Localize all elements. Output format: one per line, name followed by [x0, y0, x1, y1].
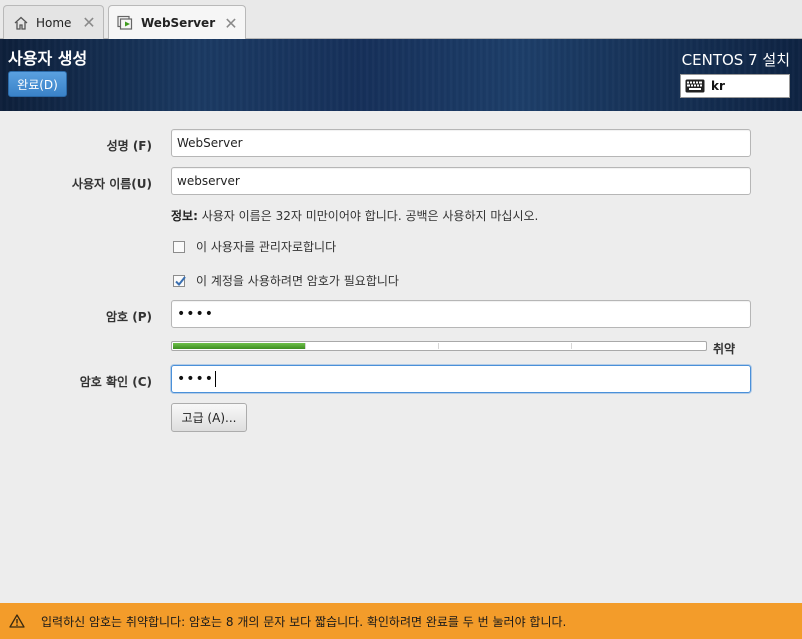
- home-icon: [12, 14, 30, 32]
- done-button[interactable]: 완료(D): [8, 71, 67, 97]
- username-info: 정보: 사용자 이름은 32자 미만이어야 합니다. 공백은 사용하지 마십시오…: [171, 207, 538, 224]
- vm-play-icon: [117, 14, 135, 32]
- header-banner: 사용자 생성 완료(D) CENTOS 7 설치 kr: [0, 39, 802, 111]
- close-icon[interactable]: ✕: [82, 13, 96, 32]
- close-icon[interactable]: ✕: [224, 14, 238, 33]
- keyboard-layout-label: kr: [711, 79, 725, 93]
- checkmark-icon: [175, 275, 186, 286]
- require-password-checkbox[interactable]: [173, 274, 186, 287]
- page-title: 사용자 생성: [8, 49, 88, 68]
- require-password-label: 이 계정을 사용하려면 암호가 필요합니다: [196, 274, 399, 288]
- keyboard-icon: [685, 79, 705, 93]
- admin-checkbox[interactable]: [173, 240, 185, 253]
- warning-text: 입력하신 암호는 취약합니다: 암호는 8 개의 문자 보다 짧습니다. 확인하…: [41, 614, 567, 629]
- password-field[interactable]: ••••: [171, 300, 751, 328]
- tab-home-label: Home: [36, 15, 72, 30]
- info-text: 사용자 이름은 32자 미만이어야 합니다. 공백은 사용하지 마십시오.: [197, 209, 539, 223]
- admin-checkbox-label: 이 사용자를 관리자로합니다: [196, 240, 337, 254]
- username-label: 사용자 이름(U): [71, 177, 152, 191]
- keyboard-layout-indicator[interactable]: kr: [680, 74, 790, 98]
- strength-fill: [173, 343, 306, 349]
- username-value: webserver: [177, 174, 240, 188]
- info-prefix: 정보:: [171, 209, 198, 223]
- password-strength-meter: [171, 341, 707, 351]
- confirm-label: 암호 확인 (C): [79, 375, 152, 389]
- warning-bar[interactable]: 입력하신 암호는 취약합니다: 암호는 8 개의 문자 보다 짧습니다. 확인하…: [0, 603, 802, 639]
- username-field[interactable]: webserver: [171, 167, 751, 195]
- advanced-button[interactable]: 고급 (A)...: [171, 403, 247, 432]
- tab-home[interactable]: Home ✕: [3, 5, 104, 39]
- strength-label: 취약: [713, 342, 736, 356]
- password-value: ••••: [177, 306, 215, 322]
- fullname-label: 성명 (F): [106, 139, 152, 153]
- admin-checkbox-row[interactable]: 이 사용자를 관리자로합니다: [173, 238, 336, 255]
- require-password-checkbox-row[interactable]: 이 계정을 사용하려면 암호가 필요합니다: [173, 272, 399, 289]
- tab-bar: Home ✕ WebServer ✕: [0, 0, 802, 40]
- confirm-value: ••••: [177, 371, 215, 387]
- password-label: 암호 (P): [105, 310, 152, 324]
- tab-webserver-label: WebServer: [141, 16, 216, 30]
- warning-icon: [9, 614, 25, 628]
- fullname-field[interactable]: WebServer: [171, 129, 751, 157]
- fullname-value: WebServer: [177, 136, 243, 150]
- install-title: CENTOS 7 설치: [681, 51, 790, 69]
- confirm-password-field[interactable]: ••••: [171, 365, 751, 393]
- tab-webserver[interactable]: WebServer ✕: [108, 5, 246, 40]
- text-caret: [215, 371, 217, 387]
